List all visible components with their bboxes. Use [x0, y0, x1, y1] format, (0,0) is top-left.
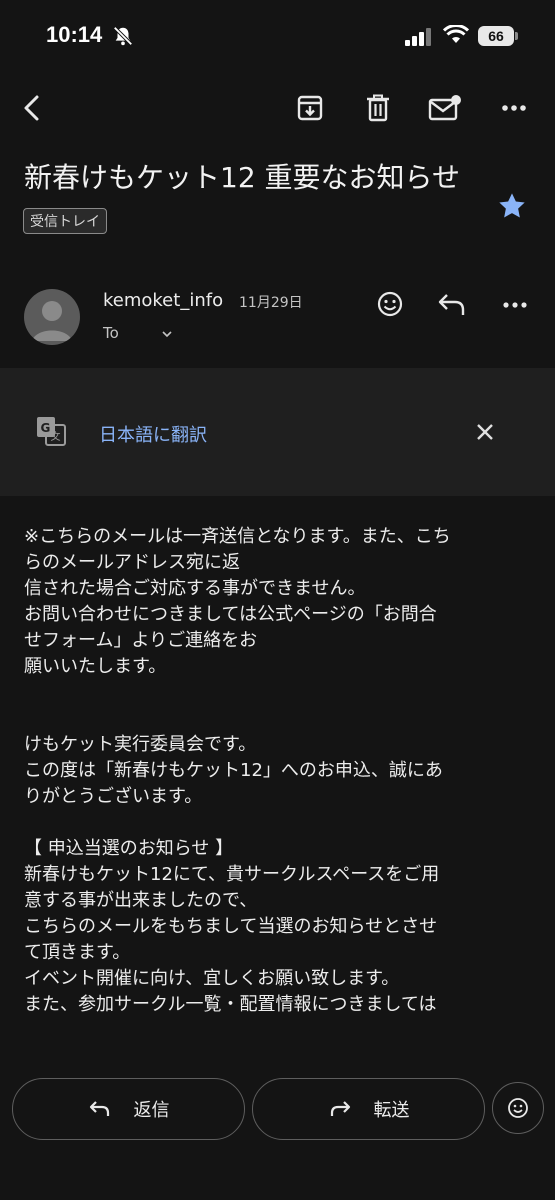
body-line: りがとうございます。: [24, 786, 203, 807]
mark-unread-icon[interactable]: [425, 88, 465, 128]
emoji-react-button[interactable]: [492, 1082, 544, 1134]
translate-banner: [0, 368, 555, 496]
email-date: 11月29日: [239, 295, 303, 311]
forward-icon: [328, 1099, 352, 1119]
star-icon[interactable]: [496, 190, 528, 222]
body-line: せフォーム」よりご連絡をお: [24, 630, 258, 651]
silent-bell-icon: [112, 25, 134, 47]
body-line: 新春けもケット12にて、貴サークルスペースをご用: [24, 864, 440, 885]
more-options-icon[interactable]: [494, 88, 534, 128]
emoji-reaction-icon[interactable]: [374, 288, 406, 320]
body-line: この度は「新春けもケット12」へのお申込、誠にあ: [24, 760, 443, 781]
sender-name[interactable]: kemoket_info: [103, 290, 223, 311]
trash-icon[interactable]: [358, 88, 398, 128]
body-line: 願いいたします。: [24, 656, 167, 677]
status-time: 10:14: [46, 22, 103, 47]
close-icon[interactable]: [474, 421, 496, 443]
archive-icon[interactable]: [290, 88, 330, 128]
forward-label: 転送: [373, 1100, 410, 1121]
cellular-signal-icon: [405, 28, 433, 46]
body-line: 【 申込当選のお知らせ 】: [24, 838, 234, 859]
svg-text:G: G: [41, 421, 51, 435]
recipient-to-label[interactable]: To: [103, 324, 119, 342]
body-line: [24, 680, 536, 706]
translate-icon: G文: [35, 415, 67, 447]
message-more-icon[interactable]: [502, 301, 528, 309]
wifi-icon: [443, 25, 469, 45]
reply-icon[interactable]: [436, 290, 468, 320]
battery-indicator: 66: [478, 26, 514, 46]
svg-text:文: 文: [51, 430, 61, 443]
inbox-label-chip[interactable]: 受信トレイ: [23, 208, 107, 234]
body-line: て頂きます。: [24, 942, 131, 963]
body-line: [24, 810, 536, 836]
chevron-down-icon[interactable]: [160, 327, 174, 341]
body-line: こちらのメールをもちまして当選のお知らせとさせ: [24, 916, 438, 937]
body-line: 意する事が出来ましたので、: [24, 890, 258, 911]
battery-tip: [515, 32, 518, 40]
forward-button[interactable]: 転送: [252, 1078, 485, 1140]
back-arrow-icon[interactable]: [12, 88, 52, 128]
reply-icon: [88, 1099, 112, 1119]
body-line: けもケット実行委員会です。: [24, 734, 257, 755]
reply-button[interactable]: 返信: [12, 1078, 245, 1140]
reply-label: 返信: [133, 1100, 170, 1121]
body-line: イベント開催に向け、宜しくお願い致します。: [24, 968, 400, 989]
body-line: 信された場合ご対応する事ができません。: [24, 578, 366, 599]
email-body: ※こちらのメールは一斉送信となります。また、こち らのメールアドレス宛に返 信さ…: [24, 524, 536, 1018]
translate-link[interactable]: 日本語に翻訳: [99, 421, 207, 447]
body-line: らのメールアドレス宛に返: [24, 552, 240, 573]
sender-avatar[interactable]: [24, 289, 80, 345]
body-line: お問い合わせにつきましては公式ページの「お問合: [24, 604, 437, 625]
body-line: また、参加サークル一覧・配置情報につきましては: [24, 994, 437, 1015]
email-subject: 新春けもケット12 重要なお知らせ: [24, 161, 460, 194]
body-line: ※こちらのメールは一斉送信となります。また、こち: [24, 526, 451, 547]
body-line: [24, 706, 536, 732]
smiley-icon: [506, 1096, 530, 1120]
